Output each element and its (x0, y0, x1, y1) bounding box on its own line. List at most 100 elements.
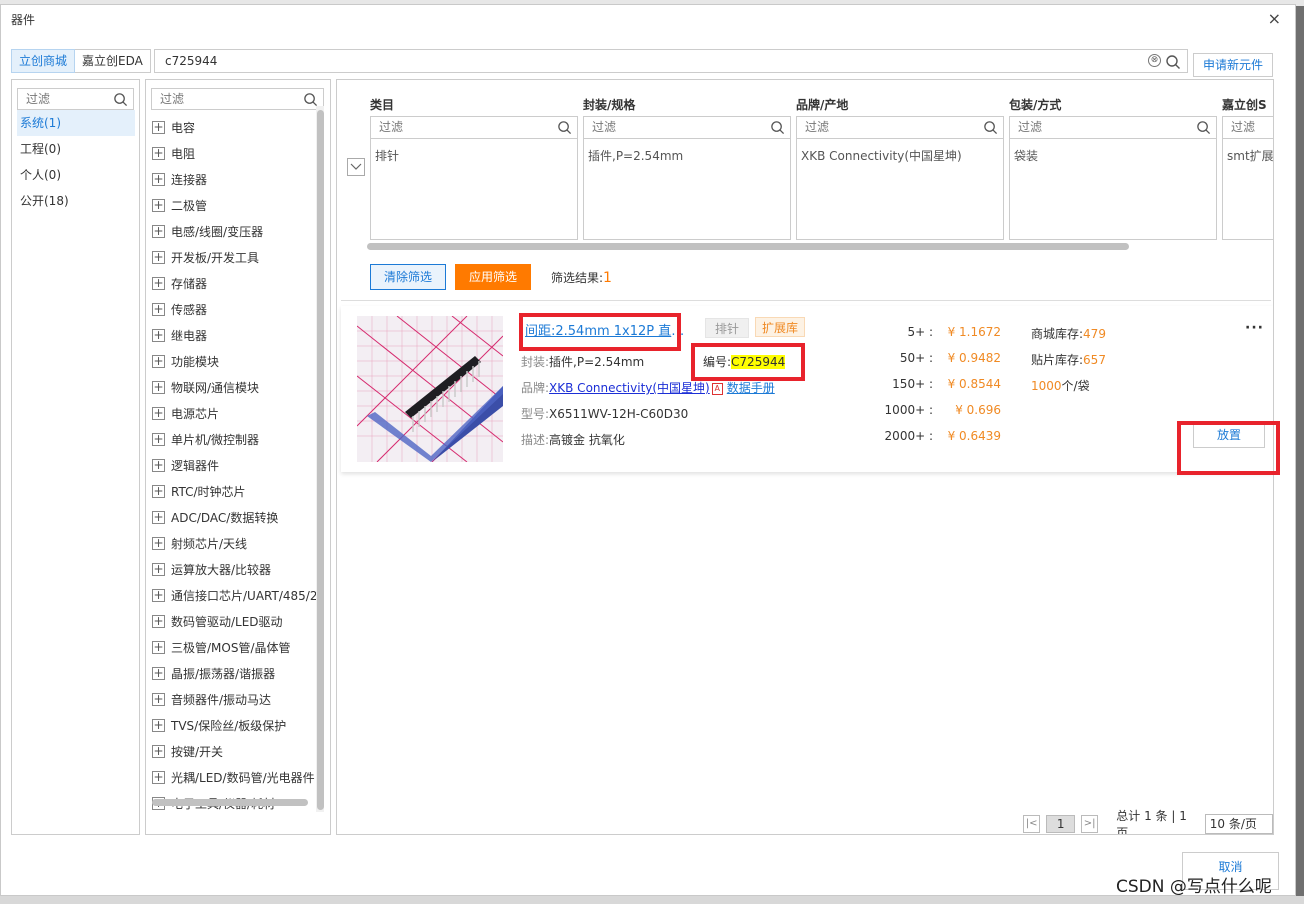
expand-icon[interactable]: + (152, 432, 165, 446)
expand-icon[interactable]: + (152, 276, 165, 290)
library-item-system[interactable]: 系统(1) (17, 110, 135, 136)
category-item[interactable]: + 电感/线圈/变压器 (152, 218, 322, 244)
search-input[interactable] (155, 50, 1115, 72)
facet-filter-input[interactable] (1010, 117, 1192, 137)
expand-icon[interactable]: + (152, 510, 165, 524)
product-image[interactable] (357, 316, 503, 462)
expand-icon[interactable]: + (152, 770, 165, 784)
scrollbar-thumb[interactable] (152, 799, 308, 806)
category-item[interactable]: + 物联网/通信模块 (152, 374, 322, 400)
facet-filter-input[interactable] (584, 117, 766, 137)
search-icon[interactable] (983, 120, 998, 135)
facet-horizontal-scrollbar[interactable] (367, 242, 1269, 250)
tab-jlc-eda[interactable]: 嘉立创EDA (75, 49, 151, 73)
search-icon[interactable] (557, 120, 572, 135)
library-item-project[interactable]: 工程(0) (17, 136, 135, 162)
expand-icon[interactable]: + (152, 380, 165, 394)
category-item[interactable]: + 晶振/振荡器/谐振器 (152, 660, 322, 686)
page-size-select[interactable]: 10 条/页 ⌄ (1204, 814, 1273, 834)
facet-filter-input[interactable] (1223, 117, 1273, 137)
category-item[interactable]: + 运算放大器/比较器 (152, 556, 322, 582)
expand-icon[interactable]: + (152, 406, 165, 420)
category-item[interactable]: + 按键/开关 (152, 738, 322, 764)
close-icon[interactable]: × (1268, 9, 1281, 28)
facet-filter-input[interactable] (371, 117, 553, 137)
category-item[interactable]: + 电阻 (152, 140, 322, 166)
search-icon[interactable] (113, 92, 128, 107)
clear-search-icon[interactable]: ⊗ (1148, 54, 1161, 67)
facet-option[interactable]: XKB Connectivity(中国星坤) (801, 147, 962, 164)
expand-icon[interactable]: + (152, 146, 165, 160)
pdf-icon[interactable]: A (711, 382, 723, 395)
clear-filters-button[interactable]: 清除筛选 (370, 264, 446, 290)
expand-icon[interactable]: + (152, 562, 165, 576)
current-page[interactable]: 1 (1046, 815, 1075, 833)
expand-icon[interactable]: + (152, 536, 165, 550)
category-item[interactable]: + 数码管驱动/LED驱动 (152, 608, 322, 634)
category-item[interactable]: + TVS/保险丝/板级保护 (152, 712, 322, 738)
library-item-personal[interactable]: 个人(0) (17, 162, 135, 188)
search-icon[interactable] (303, 92, 318, 107)
scrollbar-thumb[interactable] (367, 243, 1129, 250)
category-item[interactable]: + RTC/时钟芯片 (152, 478, 322, 504)
tab-lcsc-mall[interactable]: 立创商城 (11, 49, 76, 73)
category-filter-input[interactable] (152, 89, 299, 109)
expand-icon[interactable]: + (152, 172, 165, 186)
expand-icon[interactable]: + (152, 692, 165, 706)
expand-icon[interactable]: + (152, 328, 165, 342)
category-item[interactable]: + 二极管 (152, 192, 322, 218)
search-icon[interactable] (1165, 54, 1181, 70)
expand-icon[interactable]: + (152, 484, 165, 498)
expand-icon[interactable]: + (152, 120, 165, 134)
expand-icon[interactable]: + (152, 354, 165, 368)
search-icon[interactable] (770, 120, 785, 135)
category-vertical-scrollbar[interactable] (316, 106, 324, 812)
category-item[interactable]: + 三极管/MOS管/晶体管 (152, 634, 322, 660)
category-item[interactable]: + 逻辑器件 (152, 452, 322, 478)
collapse-filters-button[interactable] (347, 158, 365, 176)
facet-option[interactable]: 排针 (375, 147, 399, 164)
expand-icon[interactable]: + (152, 666, 165, 680)
expand-icon[interactable]: + (152, 250, 165, 264)
expand-icon[interactable]: + (152, 718, 165, 732)
facet-filter-input[interactable] (797, 117, 979, 137)
category-horizontal-scrollbar[interactable] (152, 798, 310, 806)
category-item[interactable]: + 连接器 (152, 166, 322, 192)
apply-filters-button[interactable]: 应用筛选 (455, 264, 531, 290)
place-button[interactable]: 放置 (1193, 422, 1265, 448)
category-item[interactable]: + 开发板/开发工具 (152, 244, 322, 270)
category-item[interactable]: + 单片机/微控制器 (152, 426, 322, 452)
request-new-part-button[interactable]: 申请新元件 (1193, 53, 1273, 77)
expand-icon[interactable]: + (152, 640, 165, 654)
category-item[interactable]: + 光耦/LED/数码管/光电器件 (152, 764, 322, 790)
product-title-link[interactable]: 间距:2.54mm 1x12P 直插… (525, 320, 695, 339)
last-page-icon[interactable]: >| (1081, 815, 1099, 833)
more-icon[interactable]: ··· (1245, 320, 1264, 336)
facet-option[interactable]: 袋装 (1014, 147, 1038, 164)
category-item[interactable]: + 电源芯片 (152, 400, 322, 426)
expand-icon[interactable]: + (152, 198, 165, 212)
expand-icon[interactable]: + (152, 614, 165, 628)
category-item[interactable]: + 功能模块 (152, 348, 322, 374)
brand-link[interactable]: XKB Connectivity(中国星坤) (549, 381, 710, 395)
expand-icon[interactable]: + (152, 458, 165, 472)
library-item-public[interactable]: 公开(18) (17, 188, 135, 214)
category-item[interactable]: + 继电器 (152, 322, 322, 348)
library-filter-input[interactable] (18, 89, 109, 109)
category-item[interactable]: + 通信接口芯片/UART/485/23 (152, 582, 322, 608)
category-item[interactable]: + 音频器件/振动马达 (152, 686, 322, 712)
category-item[interactable]: + 电容 (152, 114, 322, 140)
facet-option[interactable]: 插件,P=2.54mm (588, 147, 683, 164)
category-item[interactable]: + ADC/DAC/数据转换 (152, 504, 322, 530)
first-page-icon[interactable]: |< (1023, 815, 1041, 833)
expand-icon[interactable]: + (152, 744, 165, 758)
expand-icon[interactable]: + (152, 588, 165, 602)
expand-icon[interactable]: + (152, 224, 165, 238)
datasheet-link[interactable]: 数据手册 (727, 381, 775, 395)
facet-option[interactable]: smt扩展 (1227, 147, 1273, 164)
search-icon[interactable] (1196, 120, 1211, 135)
category-item[interactable]: + 传感器 (152, 296, 322, 322)
scrollbar-thumb[interactable] (317, 110, 324, 810)
category-item[interactable]: + 射频芯片/天线 (152, 530, 322, 556)
category-item[interactable]: + 存储器 (152, 270, 322, 296)
